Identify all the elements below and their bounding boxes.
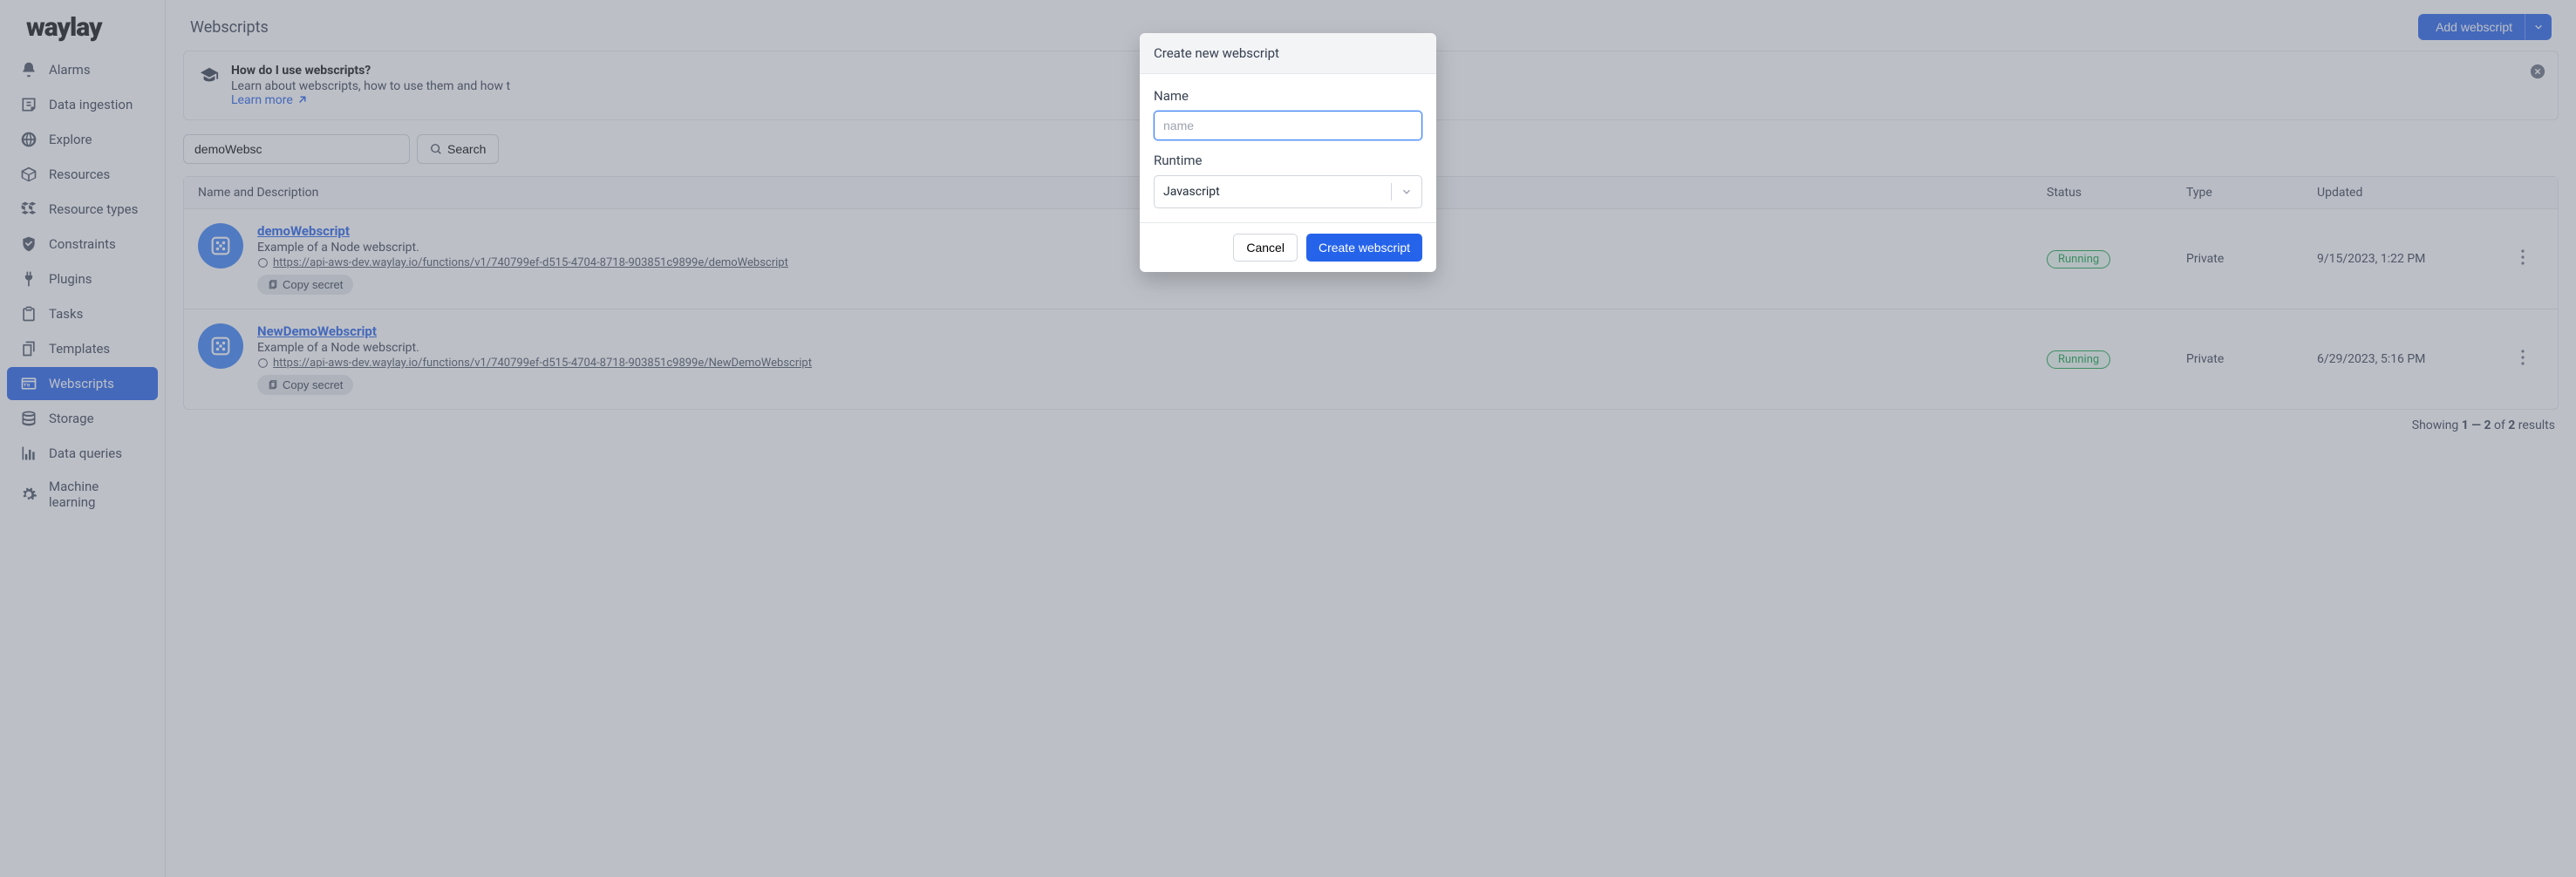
modal-title: Create new webscript — [1140, 33, 1436, 74]
runtime-label: Runtime — [1154, 153, 1422, 168]
runtime-value: Javascript — [1163, 185, 1220, 199]
runtime-select[interactable]: Javascript — [1154, 175, 1422, 208]
create-webscript-button[interactable]: Create webscript — [1306, 234, 1422, 262]
create-webscript-modal: Create new webscript Name Runtime Javasc… — [1140, 33, 1436, 272]
name-label: Name — [1154, 88, 1422, 104]
cancel-button[interactable]: Cancel — [1233, 234, 1298, 262]
chevron-down-icon — [1391, 183, 1413, 201]
name-input[interactable] — [1154, 111, 1422, 140]
modal-overlay[interactable]: Create new webscript Name Runtime Javasc… — [0, 0, 2576, 877]
